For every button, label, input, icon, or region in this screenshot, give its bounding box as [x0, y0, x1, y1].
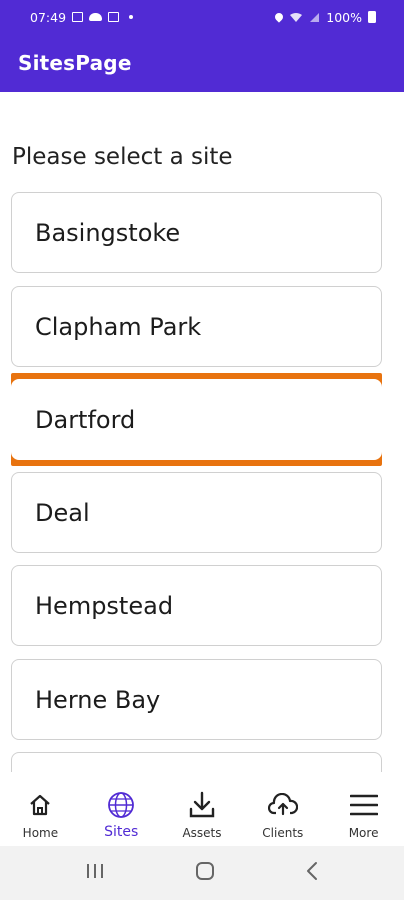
site-item-dartford[interactable]: Dartford: [11, 379, 382, 460]
site-item-basingstoke[interactable]: Basingstoke: [11, 192, 382, 273]
home-nav-icon: [196, 862, 214, 880]
battery-percentage: 100%: [326, 9, 362, 25]
recent-apps-icon: [87, 864, 103, 878]
select-site-prompt: Please select a site: [12, 144, 233, 170]
back-button[interactable]: [305, 861, 319, 885]
tab-assets[interactable]: Assets: [162, 790, 242, 840]
site-item-partial[interactable]: [11, 752, 382, 772]
cloud-notification-icon: [89, 13, 103, 21]
site-label: Herne Bay: [35, 685, 161, 714]
tab-label: Clients: [262, 826, 304, 840]
back-icon: [307, 862, 317, 880]
site-item-hempstead[interactable]: Hempstead: [11, 565, 382, 646]
bottom-tab-bar: Home Sites Assets Clients More: [0, 772, 404, 846]
tab-label: More: [348, 826, 379, 840]
signal-icon: [310, 12, 320, 22]
content[interactable]: Please select a site Basingstoke Clapham…: [0, 92, 404, 772]
calendar-notification-icon: [108, 12, 120, 22]
site-label: Clapham Park: [35, 312, 202, 341]
tab-sites[interactable]: Sites: [81, 790, 161, 840]
wifi-icon: [290, 12, 303, 22]
more-notifications-icon: [129, 15, 134, 19]
status-left: 07:49: [30, 9, 134, 25]
site-label: Hempstead: [35, 591, 174, 620]
download-icon: [187, 790, 217, 820]
location-icon: [273, 11, 285, 23]
tab-label: Assets: [182, 826, 222, 840]
menu-icon: [349, 790, 379, 820]
site-item-deal[interactable]: Deal: [11, 472, 382, 553]
cloud-upload-icon: [267, 790, 298, 820]
site-label: Deal: [35, 498, 90, 527]
status-bar: 07:49 100%: [0, 0, 404, 34]
recent-apps-button[interactable]: [85, 862, 105, 884]
home-nav-button[interactable]: [195, 861, 215, 885]
app-bar: SitesPage: [0, 34, 404, 92]
battery-icon: [368, 11, 376, 23]
page-title: SitesPage: [18, 51, 132, 75]
tab-label: Home: [22, 826, 59, 840]
tab-home[interactable]: Home: [0, 790, 80, 840]
status-time: 07:49: [30, 9, 67, 25]
globe-icon: [106, 790, 136, 820]
site-item-clapham-park[interactable]: Clapham Park: [11, 286, 382, 367]
gallery-notification-icon: [72, 12, 84, 22]
site-label: Basingstoke: [35, 218, 181, 247]
system-nav-bar: [0, 846, 404, 900]
tab-clients[interactable]: Clients: [243, 790, 323, 840]
site-item-herne-bay[interactable]: Herne Bay: [11, 659, 382, 740]
tab-more[interactable]: More: [324, 790, 404, 840]
home-icon: [25, 790, 55, 820]
site-label: Dartford: [35, 405, 136, 434]
tab-label: Sites: [104, 824, 139, 840]
status-right: 100%: [273, 9, 376, 25]
